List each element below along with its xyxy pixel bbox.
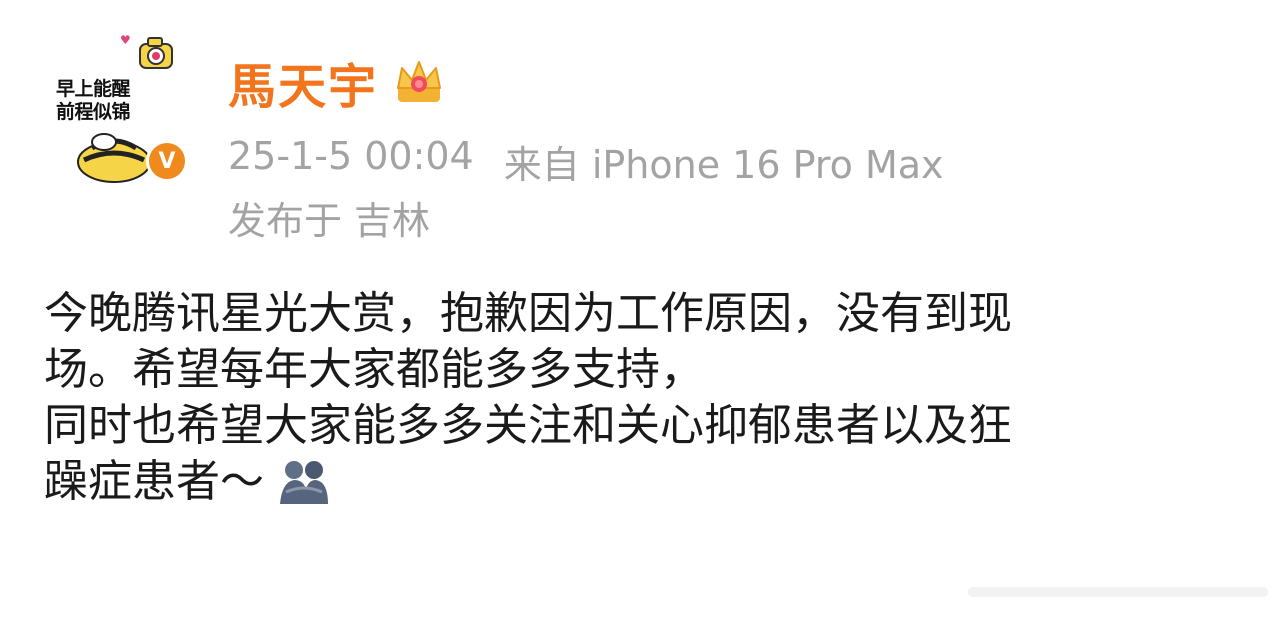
post-line-text: 躁症患者～	[44, 456, 264, 507]
avatar[interactable]: ♥ 早上能醒 前程似锦 V	[42, 28, 194, 196]
location-prefix: 发布于	[228, 199, 343, 243]
post-line: 同时也希望大家能多多关注和关心抑郁患者以及狂	[44, 400, 1012, 451]
weibo-post-card: ♥ 早上能醒 前程似锦 V 馬天宇 25-1-5 00:04 来自 iPhone…	[0, 0, 1280, 623]
post-source: 来自 iPhone 16 Pro Max	[503, 143, 944, 187]
location-name: 吉林	[354, 199, 431, 243]
post-meta: 25-1-5 00:04 来自 iPhone 16 Pro Max	[228, 134, 944, 189]
username-row: 馬天宇	[228, 47, 446, 117]
avatar-caption-line2: 前程似锦	[56, 101, 131, 123]
watermark	[968, 587, 1268, 597]
post-line: 今晚腾讯星光大赏，抱歉因为工作原因，没有到现	[44, 288, 1012, 339]
crown-icon[interactable]	[392, 56, 446, 108]
post-body: 今晚腾讯星光大赏，抱歉因为工作原因，没有到现 场。希望每年大家都能多多支持， 同…	[44, 286, 1234, 510]
hug-emoji-icon	[280, 461, 328, 504]
post-line-last: 躁症患者～	[44, 454, 1234, 510]
post-line: 场。希望每年大家都能多多支持，	[44, 344, 704, 395]
avatar-caption-line1: 早上能醒	[56, 78, 131, 100]
verified-badge: V	[146, 140, 188, 182]
avatar-caption: 早上能醒 前程似锦	[56, 78, 131, 124]
hearts-icon: ♥	[120, 33, 131, 47]
post-location: 发布于 吉林	[228, 190, 430, 245]
username[interactable]: 馬天宇	[228, 47, 378, 117]
timestamp[interactable]: 25-1-5 00:04	[228, 134, 474, 189]
camera-sticker-icon	[139, 37, 173, 69]
